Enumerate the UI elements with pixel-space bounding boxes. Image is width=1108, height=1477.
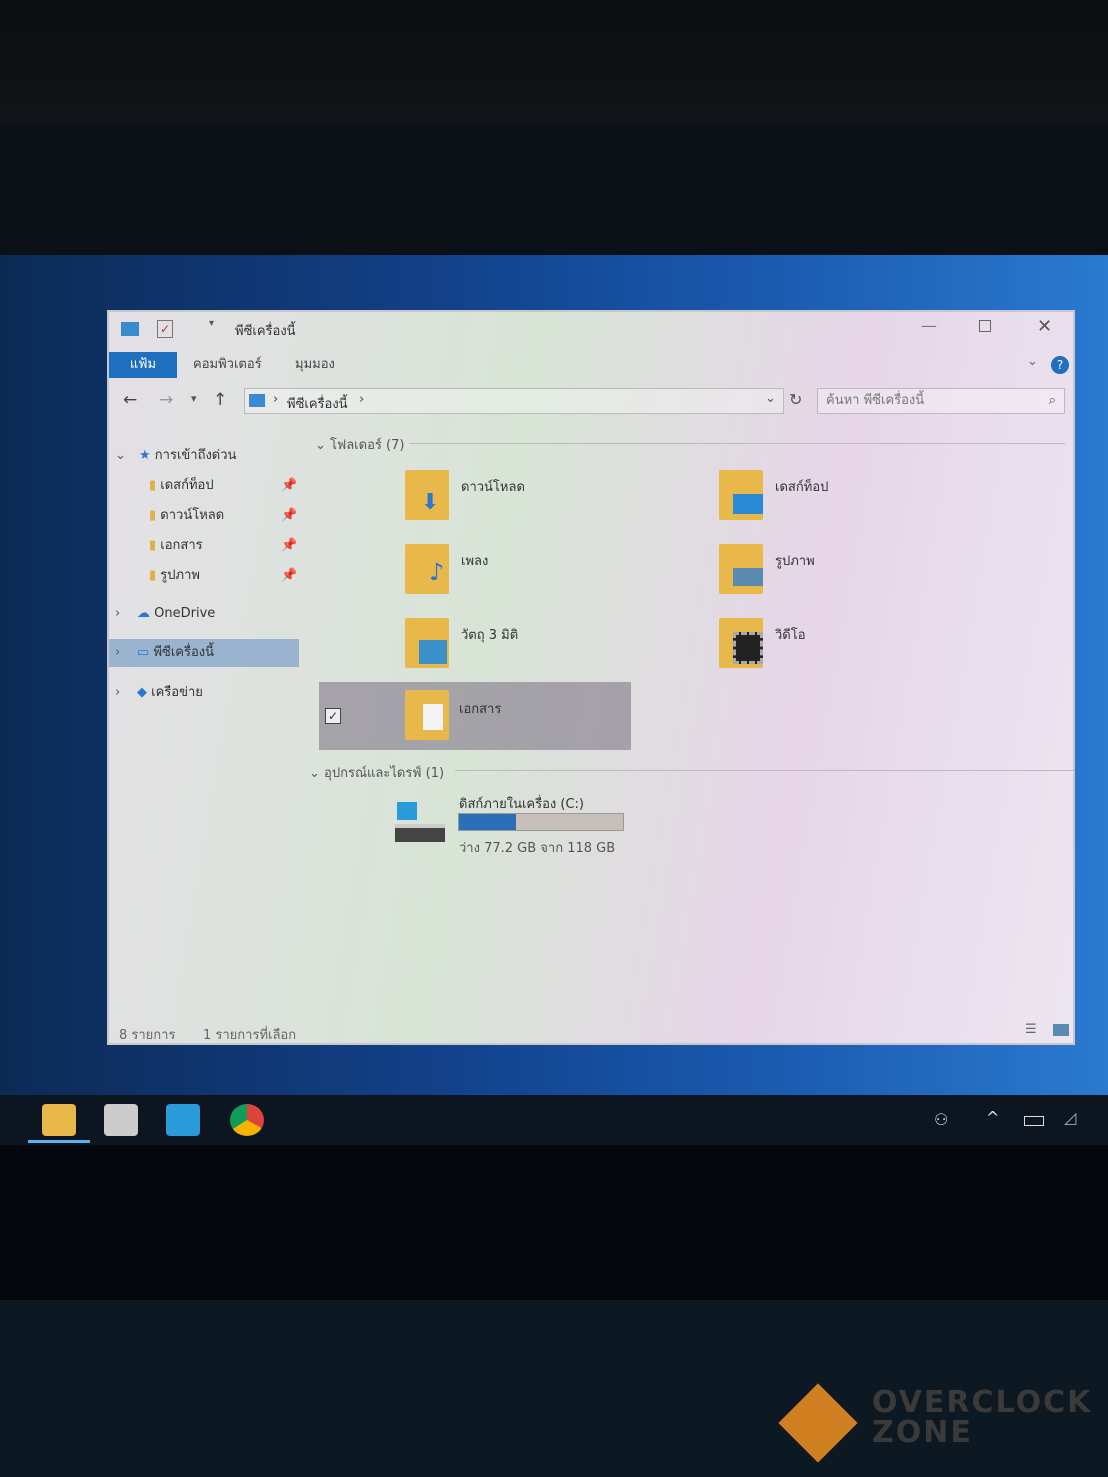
- drive-icon: [395, 824, 445, 842]
- status-item-count: 8 รายการ: [119, 1028, 176, 1043]
- maximize-button[interactable]: [979, 320, 991, 332]
- wifi-icon[interactable]: ◿: [1064, 1108, 1076, 1127]
- sidebar-item-quick-access[interactable]: ⌄ ★ การเข้าถึงด่วน: [109, 442, 299, 470]
- recent-dropdown[interactable]: ▾: [191, 392, 197, 405]
- quick-access-dropdown[interactable]: ▾: [209, 318, 214, 329]
- sidebar-item-pictures[interactable]: ▮ รูปภาพ 📌: [109, 562, 299, 590]
- folder-music[interactable]: ♪ เพลง: [405, 544, 705, 608]
- close-button[interactable]: ✕: [1037, 316, 1052, 337]
- address-dropdown[interactable]: ⌄: [765, 391, 776, 406]
- group-header-folders[interactable]: ⌄ โฟลเดอร์ (7): [315, 434, 404, 455]
- group-header-devices[interactable]: ⌄ อุปกรณ์และไดรฟ์ (1): [309, 762, 444, 783]
- sidebar-item-downloads[interactable]: ▮ ดาวน์โหลด 📌: [109, 502, 299, 530]
- computer-icon: [249, 394, 265, 407]
- address-bar[interactable]: › พีซีเครื่องนี้ › ⌄: [244, 388, 784, 414]
- computer-icon: [121, 322, 139, 336]
- up-button[interactable]: ↑: [213, 390, 227, 410]
- drive-c[interactable]: [393, 802, 449, 852]
- help-icon[interactable]: ?: [1051, 356, 1069, 374]
- file-explorer-window: ✓ ▾ พีซีเครื่องนี้ — ✕ แฟ้ม คอมพิวเตอร์ …: [107, 310, 1075, 1045]
- folder-documents-selected[interactable]: ✓ เอกสาร: [319, 682, 631, 750]
- folder-downloads[interactable]: ⬇ ดาวน์โหลด: [405, 470, 705, 534]
- folder-desktop[interactable]: เดสก์ท็อป: [719, 470, 1019, 534]
- minimize-button[interactable]: —: [921, 316, 937, 335]
- search-icon: ⌕: [1048, 393, 1056, 408]
- properties-icon[interactable]: ✓: [157, 320, 173, 338]
- tab-view[interactable]: มุมมอง: [295, 352, 335, 378]
- sidebar-item-desktop[interactable]: ▮ เดสก์ท็อป 📌: [109, 472, 299, 500]
- drive-name[interactable]: ดิสก์ภายในเครื่อง (C:): [459, 793, 584, 814]
- battery-icon[interactable]: [1024, 1116, 1044, 1126]
- large-icons-view-button[interactable]: [1053, 1024, 1069, 1036]
- watermark-text: OVERCLOCK ZONE: [872, 1385, 1093, 1450]
- mail-taskbar-icon[interactable]: [166, 1104, 200, 1136]
- back-button[interactable]: ←: [123, 390, 137, 410]
- drive-usage-bar: [458, 813, 624, 831]
- pin-icon: 📌: [281, 508, 298, 523]
- sidebar-item-documents[interactable]: ▮ เอกสาร 📌: [109, 532, 299, 560]
- sidebar-item-this-pc[interactable]: › ▭ พีซีเครื่องนี้: [109, 639, 299, 667]
- window-title: พีซีเครื่องนี้: [235, 324, 296, 339]
- selection-checkbox[interactable]: ✓: [325, 708, 341, 724]
- navigation-pane: ⌄ ★ การเข้าถึงด่วน ▮ เดสก์ท็อป 📌 ▮ ดาวน์โห…: [109, 427, 301, 1017]
- forward-button[interactable]: →: [159, 390, 173, 410]
- refresh-button[interactable]: ↻: [789, 390, 802, 409]
- chrome-taskbar-icon[interactable]: [230, 1104, 264, 1136]
- tab-file[interactable]: แฟ้ม: [109, 352, 177, 378]
- search-placeholder: ค้นหา พีซีเครื่องนี้: [826, 393, 925, 408]
- active-indicator: [28, 1140, 90, 1143]
- sidebar-item-onedrive[interactable]: › ☁ OneDrive: [109, 600, 299, 628]
- store-taskbar-icon[interactable]: [104, 1104, 138, 1136]
- folder-3d-objects[interactable]: วัตถุ 3 มิติ: [405, 618, 705, 682]
- drive-usage-fill: [459, 814, 517, 830]
- show-hidden-icons[interactable]: ^: [986, 1108, 999, 1127]
- sidebar-item-network[interactable]: › ◆ เครือข่าย: [109, 679, 299, 707]
- search-input[interactable]: ค้นหา พีซีเครื่องนี้ ⌕: [817, 388, 1065, 414]
- windows-logo-icon: [397, 802, 417, 820]
- file-explorer-taskbar-icon[interactable]: [42, 1104, 76, 1136]
- pin-icon: 📌: [281, 538, 298, 553]
- screen-bezel: [0, 125, 1108, 255]
- folder-videos[interactable]: วิดีโอ: [719, 618, 1019, 682]
- folder-pictures[interactable]: รูปภาพ: [719, 544, 1019, 608]
- status-selected-count: 1 รายการที่เลือก: [203, 1028, 297, 1043]
- pin-icon: 📌: [281, 478, 298, 493]
- pin-icon: 📌: [281, 568, 298, 583]
- drive-free-space: ว่าง 77.2 GB จาก 118 GB: [459, 841, 616, 856]
- people-icon[interactable]: ⚇: [934, 1110, 948, 1129]
- ribbon-expand-icon[interactable]: ⌄: [1027, 354, 1038, 369]
- breadcrumb[interactable]: พีซีเครื่องนี้: [287, 393, 348, 414]
- tab-computer[interactable]: คอมพิวเตอร์: [193, 352, 262, 378]
- details-view-button[interactable]: ☰: [1025, 1022, 1037, 1037]
- photo-background: [0, 0, 1108, 125]
